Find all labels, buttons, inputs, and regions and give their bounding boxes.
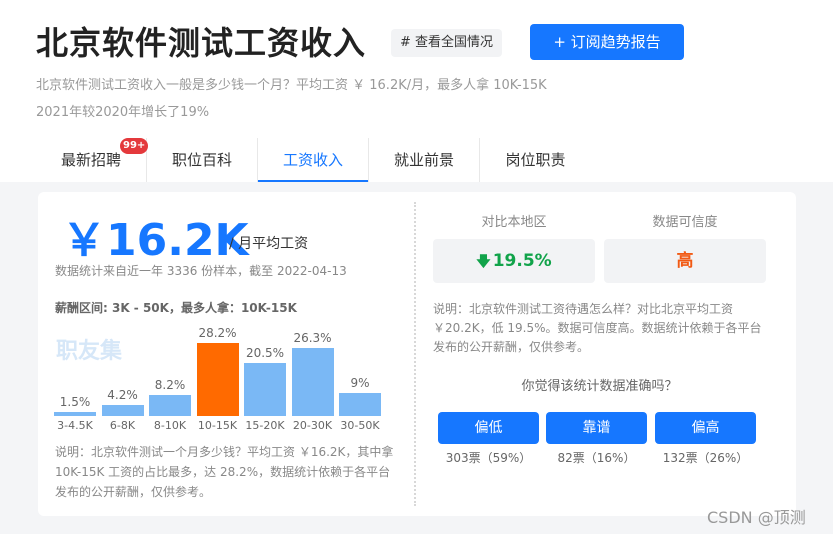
bar-value-label: 8.2% xyxy=(154,377,186,392)
page-title: 北京软件测试工资收入 xyxy=(36,24,367,62)
tab-salary[interactable]: 工资收入 xyxy=(258,138,369,182)
tab-responsibilities[interactable]: 岗位职责 xyxy=(480,138,591,182)
chart-bar xyxy=(149,394,191,416)
down-arrow-icon: 🡇 xyxy=(476,254,491,270)
sample-source: 数据统计来自近一年 3336 份样本，截至 2022-04-13 xyxy=(55,264,347,278)
local-comparison-box: 🡇 19.5% xyxy=(433,239,595,283)
tab-label: 岗位职责 xyxy=(505,151,566,169)
bar-category-label: 6-8K xyxy=(109,419,136,432)
credibility-box: 高 xyxy=(604,239,766,283)
bar-value-label: 20.5% xyxy=(245,345,285,360)
tab-latest-jobs[interactable]: 最新招聘 99+ xyxy=(36,138,149,182)
bar-value-label: 26.3% xyxy=(293,330,332,345)
vote-low-button[interactable]: 偏低 xyxy=(438,412,539,444)
accuracy-question: 你觉得该统计数据准确吗？ xyxy=(521,379,678,394)
csdn-watermark: CSDN @顶测 xyxy=(707,508,806,527)
chart-bar xyxy=(339,392,381,416)
vote-high-count: 132票（26%） xyxy=(662,451,749,465)
page-header: 北京软件测试工资收入 # 查看全国情况 + 订阅趋势报告 北京软件测试工资收入一… xyxy=(0,0,833,182)
description-line-2: 2021年较2020年增长了19% xyxy=(36,105,210,120)
bar-value-label: 4.2% xyxy=(107,388,138,403)
average-salary-unit: / 月平均工资 xyxy=(229,236,309,252)
chart-bar xyxy=(101,405,144,416)
credibility-label: 数据可信度 xyxy=(652,215,718,230)
vote-low-count: 303票（59%） xyxy=(445,451,532,465)
tab-label: 职位百科 xyxy=(171,151,232,169)
tab-prospects[interactable]: 就业前景 xyxy=(369,138,480,182)
chart-bar xyxy=(244,362,286,416)
column-divider xyxy=(414,202,416,506)
tab-label: 最新招聘 xyxy=(60,151,121,169)
count-badge: 99+ xyxy=(120,138,149,154)
average-salary-value: ￥16.2K xyxy=(62,215,249,266)
page-description: 北京软件测试工资收入一般是多少钱一个月？平均工资 ￥ 16.2K/月，最多人拿 … xyxy=(36,72,636,126)
local-comparison-value: 19.5% xyxy=(492,251,552,271)
salary-range: 薪酬区间: 3K - 50K，最多人拿：10K-15K xyxy=(55,301,297,315)
tab-job-wiki[interactable]: 职位百科 xyxy=(147,138,258,182)
bar-category-label: 30-50K xyxy=(340,419,380,432)
bar-category-label: 15-20K xyxy=(245,419,285,432)
tab-bar: 最新招聘 99+ 职位百科 工资收入 就业前景 岗位职责 xyxy=(36,138,591,182)
bar-category-label: 10-15K xyxy=(197,419,238,432)
bar-value-label: 1.5% xyxy=(59,395,91,410)
salary-distribution-chart: 1.5% 3-4.5K 4.2% 6-8K 8.2% 8-10K 28.2% 10-15K 20… xyxy=(54,325,384,435)
chart-bar xyxy=(54,412,96,416)
local-comparison-label: 对比本地区 xyxy=(481,215,547,230)
tab-label: 工资收入 xyxy=(282,151,343,169)
description-line-1: 北京软件测试工资收入一般是多少钱一个月？平均工资 ￥ 16.2K/月，最多人拿 … xyxy=(36,78,547,93)
bar-category-label: 8-10K xyxy=(153,419,187,432)
vote-accurate-button[interactable]: 靠谱 xyxy=(546,412,647,444)
chart-bar xyxy=(291,347,334,416)
bar-value-label: 28.2% xyxy=(198,326,237,340)
comparison-note: 说明：北京软件测试工资待遇怎么样？对比北京平均工资 ￥20.2K，低 19.5%… xyxy=(433,302,762,354)
bar-category-label: 20-30K xyxy=(292,419,333,432)
vote-high-button[interactable]: 偏高 xyxy=(655,412,756,444)
tab-label: 就业前景 xyxy=(393,151,454,169)
credibility-value: 高 xyxy=(676,251,694,271)
subscribe-trend-button[interactable]: + 订阅趋势报告 xyxy=(530,24,684,60)
bar-value-label: 9% xyxy=(350,375,370,390)
bar-category-label: 3-4.5K xyxy=(57,419,93,432)
view-national-link[interactable]: # 查看全国情况 xyxy=(391,29,503,57)
salary-note: 说明：北京软件测试一个月多少钱？平均工资 ￥16.2K，其中拿 10K-15K … xyxy=(55,445,394,499)
chart-bar xyxy=(196,343,239,416)
vote-accurate-count: 82票（16%） xyxy=(557,451,636,465)
